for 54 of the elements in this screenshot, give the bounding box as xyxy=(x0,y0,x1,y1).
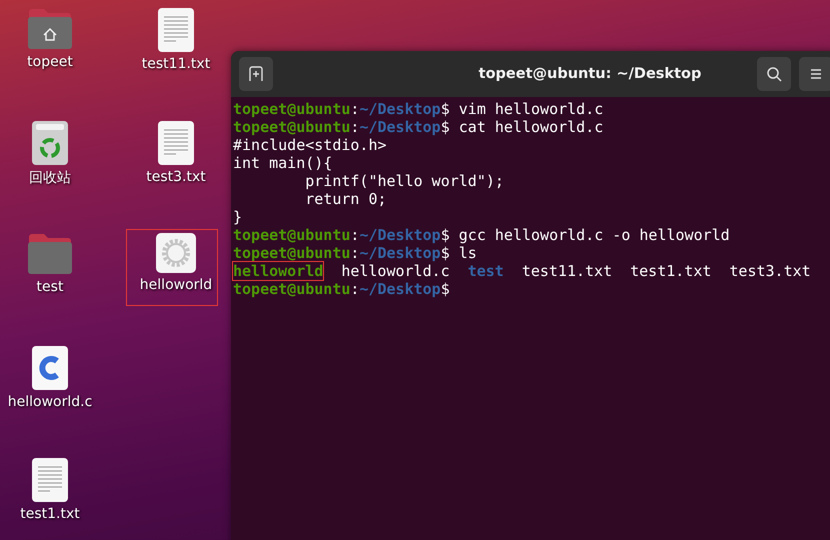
desktop-icon-label[interactable]: test xyxy=(36,279,64,295)
prompt-separator: : xyxy=(350,100,360,118)
prompt-separator: : xyxy=(350,226,360,244)
gear-icon xyxy=(156,233,196,273)
prompt-path: ~/Desktop xyxy=(359,118,441,136)
listing-entry: test xyxy=(468,262,504,280)
prompt-path: ~/Desktop xyxy=(359,100,441,118)
recycle-bin-icon xyxy=(32,120,68,164)
prompt-user: topeet@ubuntu xyxy=(233,100,350,118)
command-text: $ vim helloworld.c xyxy=(440,100,604,118)
prompt-user: topeet@ubuntu xyxy=(233,118,350,136)
output-line: int main(){ xyxy=(233,154,332,172)
menu-button[interactable] xyxy=(799,57,830,91)
command-text: $ xyxy=(440,280,450,298)
listing-entry: helloworld xyxy=(233,262,324,280)
prompt-path: ~/Desktop xyxy=(359,244,441,262)
command-text: $ cat helloworld.c xyxy=(440,118,604,136)
listing-entry: helloworld.c xyxy=(341,262,450,280)
output-line: } xyxy=(233,208,242,226)
command-text: $ ls xyxy=(440,244,477,262)
desktop-icon-label[interactable]: 回收站 xyxy=(29,168,71,186)
text-file-icon xyxy=(158,8,194,52)
output-line: printf("hello world"); xyxy=(304,172,504,190)
desktop-icon-label[interactable]: test1.txt xyxy=(20,506,80,522)
c-source-file-icon xyxy=(32,346,68,390)
menu-icon xyxy=(810,68,822,80)
output-line: #include<stdio.h> xyxy=(233,136,387,154)
prompt-separator: : xyxy=(350,280,360,298)
desktop-icon-label[interactable]: helloworld xyxy=(140,277,212,293)
listing-entry: test11.txt xyxy=(522,262,612,280)
prompt-user: topeet@ubuntu xyxy=(233,280,350,298)
prompt-path: ~/Desktop xyxy=(359,226,441,244)
home-folder-icon xyxy=(27,8,73,50)
search-icon xyxy=(766,66,782,82)
desktop-icon-label[interactable]: test11.txt xyxy=(142,56,210,72)
output-line: return 0; xyxy=(304,190,387,208)
folder-icon xyxy=(27,233,73,275)
prompt-path: ~/Desktop xyxy=(359,280,441,298)
prompt-separator: : xyxy=(350,244,360,262)
new-tab-icon xyxy=(248,66,264,82)
listing-entry: test1.txt xyxy=(630,262,712,280)
window-title: topeet@ubuntu: ~/Desktop xyxy=(478,66,702,82)
desktop-icon-label[interactable]: test3.txt xyxy=(146,168,206,184)
prompt-user: topeet@ubuntu xyxy=(233,244,350,262)
desktop-icon-label[interactable]: helloworld.c xyxy=(8,394,92,410)
text-file-icon xyxy=(158,120,194,164)
listing-entry: test3.txt xyxy=(729,262,811,280)
new-tab-button[interactable] xyxy=(239,57,273,91)
prompt-separator: : xyxy=(350,118,360,136)
desktop-icon-label[interactable]: topeet xyxy=(27,54,73,70)
text-file-icon xyxy=(32,458,68,502)
command-text: $ gcc helloworld.c -o helloworld xyxy=(440,226,730,244)
search-button[interactable] xyxy=(757,57,791,91)
prompt-user: topeet@ubuntu xyxy=(233,226,350,244)
